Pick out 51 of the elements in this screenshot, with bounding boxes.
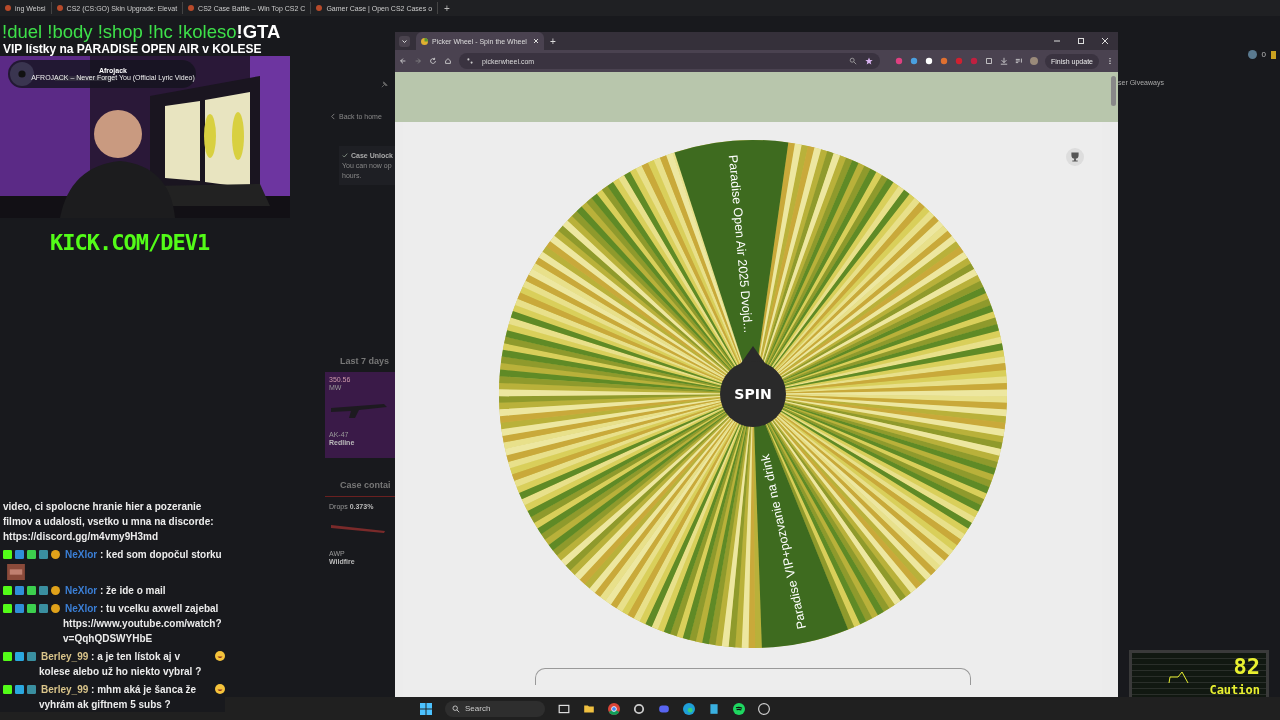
chat-app-icon[interactable] [658,702,670,715]
folder-icon[interactable] [583,702,595,715]
pin-icon[interactable] [380,80,389,89]
chevron-left-icon[interactable] [330,113,336,120]
section-heading: Case contai [340,480,392,490]
tab-list-button[interactable] [399,35,410,47]
input-field[interactable] [534,668,971,685]
reload-icon[interactable] [429,57,437,65]
chat-message: NeXlor : tu vcelku axwell zajebal https://www.youtube.com/watch?v=QqhQDSWYHbE [63,602,223,646]
task-view-icon[interactable] [558,702,570,715]
commands-text: !duel !body !shop !hc !koleso!GTA [1,22,282,42]
chat-message: Berley_99 : mhm aká je šanca že vyhrám ak giftnem 5 subs ? [39,683,198,712]
trophy-icon[interactable] [1066,148,1084,166]
windows-icon[interactable] [420,702,432,715]
home-icon[interactable] [444,57,452,65]
check-icon [342,152,348,159]
new-tab-button[interactable]: + [444,2,450,14]
zoom-icon[interactable] [848,57,857,65]
chat-message: video, ci spolocne hranie hier a pozeranie filmov a udalosti, vsetko u mna na discorde: https://discord.gg/m4vmy9H3md [3,500,215,544]
notepad-icon[interactable] [708,702,720,715]
wheel-drawing[interactable] [498,140,1007,648]
wheel-label: Paradise Open Air 2025 Dvojd... [725,154,755,334]
section-heading: Last 7 days [340,356,391,366]
site-info-icon[interactable] [466,57,474,65]
wallet-icon [1271,50,1276,59]
spotify-icon[interactable] [733,702,745,715]
star-icon[interactable] [864,57,873,65]
banner-text: VIP lístky na PARADISE OPEN AIR v KOLESE [2,42,263,56]
meter-value: 82 [1232,655,1260,681]
scrollbar[interactable] [1111,76,1116,106]
more-icon[interactable] [1106,57,1114,65]
back-icon[interactable] [399,57,407,65]
search-icon [452,704,460,713]
channel-logo: KICK.COM/DEV1 [50,230,211,255]
chat-message: NeXlor : že ide o mail [64,584,166,598]
new-tab-button[interactable]: + [550,35,556,47]
edge-icon[interactable] [683,702,695,715]
meter-label: Caution [1209,683,1260,699]
chat-message: NeXlor : ked som dopočul storku [64,548,222,562]
search-field[interactable]: Search [445,700,545,717]
chrome-icon[interactable] [608,702,620,715]
download-icon[interactable] [999,57,1008,65]
close-tab-icon[interactable] [533,38,539,44]
coin-count: 0 [1261,50,1266,59]
maximize-icon[interactable] [1076,36,1086,46]
close-icon[interactable] [1100,36,1110,46]
wheel-icon [421,37,428,45]
coin-icon [1247,50,1257,59]
avatar-icon[interactable] [1029,57,1038,65]
media-icon[interactable] [1014,57,1023,65]
chat-message: Berley_99 : a je ten lístok aj v kolese alebo už ho niekto vybral ? [39,650,203,679]
